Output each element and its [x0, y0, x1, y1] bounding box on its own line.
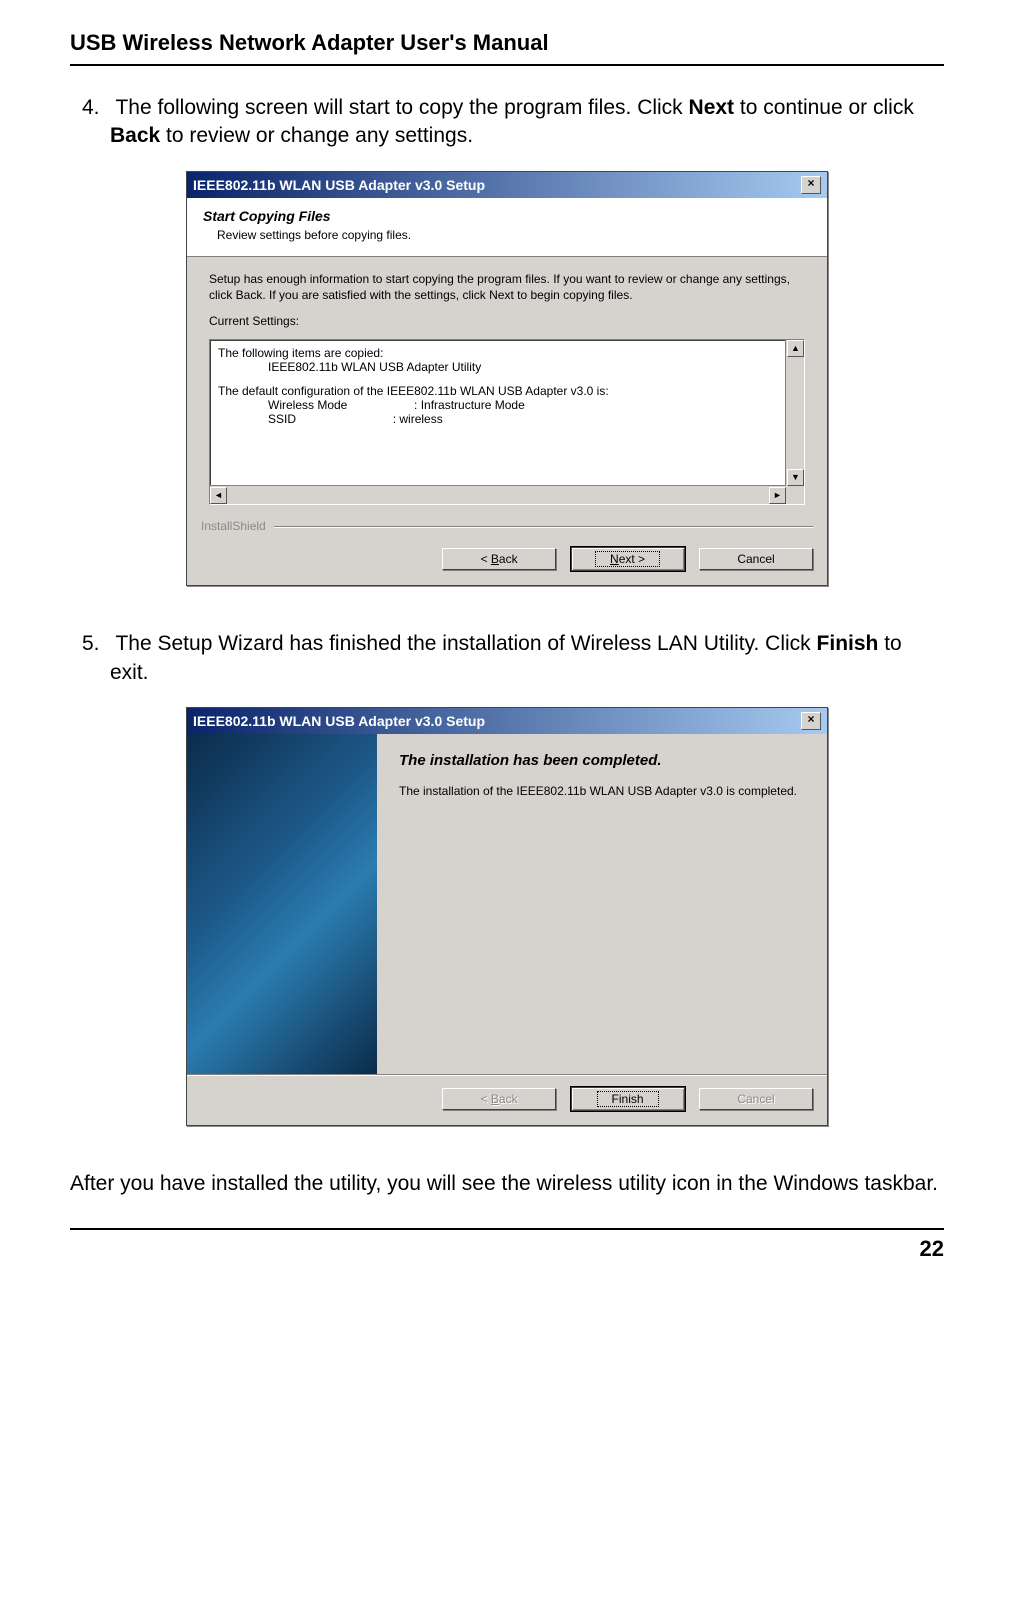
step-5-text: 5. The Setup Wizard has finished the ins… — [70, 630, 944, 687]
cancel-button[interactable]: Cancel — [699, 548, 813, 570]
dialog1-header-sub: Review settings before copying files. — [203, 228, 811, 242]
dialog1-body: Setup has enough information to start co… — [187, 257, 827, 514]
current-settings-box[interactable]: The following items are copied: IEEE802.… — [209, 339, 805, 505]
settings-line-3: The default configuration of the IEEE802… — [218, 384, 796, 398]
dialog2-main-title: The installation has been completed. — [399, 752, 805, 769]
settings-line-2: IEEE802.11b WLAN USB Adapter Utility — [218, 360, 796, 374]
back-button-disabled: < Back — [442, 1088, 556, 1110]
dialog2-body: The installation has been completed. The… — [187, 734, 827, 1074]
dialog-finish: IEEE802.11b WLAN USB Adapter v3.0 Setup … — [186, 707, 828, 1126]
dialog-copy-files: IEEE802.11b WLAN USB Adapter v3.0 Setup … — [186, 171, 828, 587]
dialog1-header-title: Start Copying Files — [203, 208, 811, 224]
step4-bold-back: Back — [110, 124, 160, 147]
scroll-down-icon[interactable]: ▼ — [787, 469, 804, 486]
titlebar-2: IEEE802.11b WLAN USB Adapter v3.0 Setup … — [187, 708, 827, 734]
dialog1-paragraph: Setup has enough information to start co… — [209, 271, 805, 303]
close-icon[interactable]: × — [801, 176, 821, 194]
dialog2-main: The installation has been completed. The… — [377, 734, 827, 1074]
dialog1-button-row: < Back Next > Cancel — [187, 539, 827, 585]
step5-part-a: The Setup Wizard has finished the instal… — [115, 632, 816, 655]
settings-line-1: The following items are copied: — [218, 346, 796, 360]
document-page: USB Wireless Network Adapter User's Manu… — [0, 0, 1014, 1292]
scroll-right-icon[interactable]: ► — [769, 487, 786, 504]
bottom-paragraph: After you have installed the utility, yo… — [70, 1170, 944, 1198]
step5-bold-finish: Finish — [817, 632, 879, 655]
titlebar-1: IEEE802.11b WLAN USB Adapter v3.0 Setup … — [187, 172, 827, 198]
installshield-label: InstallShield — [201, 519, 266, 533]
scroll-corner — [786, 486, 804, 504]
divider-line — [274, 526, 813, 527]
scroll-left-icon[interactable]: ◄ — [210, 487, 227, 504]
screenshot-2: IEEE802.11b WLAN USB Adapter v3.0 Setup … — [70, 707, 944, 1126]
settings-cfg-1: Wireless Mode : Infrastructure Mode — [218, 398, 796, 412]
step4-part-b: to continue or click — [734, 96, 914, 119]
step-5-number: 5. — [82, 630, 110, 658]
close-icon[interactable]: × — [801, 712, 821, 730]
step-4-number: 4. — [82, 94, 110, 122]
installshield-row: InstallShield — [187, 513, 827, 539]
step4-bold-next: Next — [689, 96, 735, 119]
rule-top — [70, 64, 944, 66]
page-number: 22 — [70, 1236, 944, 1262]
scroll-up-icon[interactable]: ▲ — [787, 340, 804, 357]
next-button[interactable]: Next > — [571, 547, 685, 571]
step4-part-a: The following screen will start to copy … — [115, 96, 688, 119]
scrollbar-vertical[interactable]: ▲ ▼ — [785, 340, 804, 486]
step4-part-c: to review or change any settings. — [160, 124, 473, 147]
settings-cfg-2: SSID : wireless — [218, 412, 796, 426]
screenshot-1: IEEE802.11b WLAN USB Adapter v3.0 Setup … — [70, 171, 944, 587]
scrollbar-horizontal[interactable]: ◄ ► — [210, 485, 786, 504]
dialog2-side-graphic — [187, 734, 377, 1074]
dialog2-main-text: The installation of the IEEE802.11b WLAN… — [399, 783, 805, 800]
back-button[interactable]: < Back — [442, 548, 556, 570]
step-4-text: 4. The following screen will start to co… — [70, 94, 944, 151]
finish-button[interactable]: Finish — [571, 1087, 685, 1111]
dialog1-header: Start Copying Files Review settings befo… — [187, 198, 827, 257]
cancel-button-disabled: Cancel — [699, 1088, 813, 1110]
titlebar-1-text: IEEE802.11b WLAN USB Adapter v3.0 Setup — [193, 177, 485, 193]
doc-header: USB Wireless Network Adapter User's Manu… — [70, 30, 944, 56]
rule-bottom — [70, 1228, 944, 1230]
dialog2-button-row: < Back Finish Cancel — [187, 1074, 827, 1125]
titlebar-2-text: IEEE802.11b WLAN USB Adapter v3.0 Setup — [193, 713, 485, 729]
current-settings-label: Current Settings: — [209, 313, 805, 329]
